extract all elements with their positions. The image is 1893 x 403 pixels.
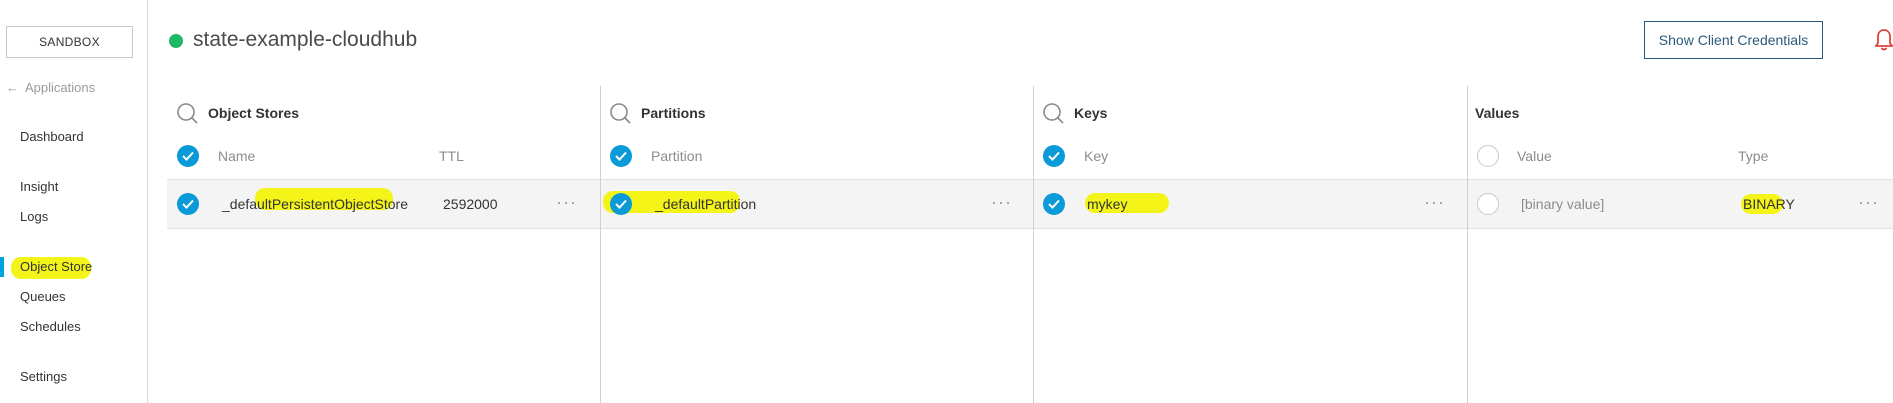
check-icon — [182, 199, 194, 209]
column-title: Keys — [1074, 105, 1108, 121]
search-icon[interactable] — [609, 102, 631, 124]
check-icon — [1048, 199, 1060, 209]
row-checkbox[interactable] — [1477, 193, 1499, 215]
back-to-applications-link[interactable]: ← Applications — [6, 80, 95, 95]
key-name: mykey — [1087, 196, 1128, 212]
partitions-column: Partitions Partition _defaultPartition ·… — [601, 86, 1033, 403]
name-header[interactable]: Name — [218, 148, 255, 164]
sidebar-item-logs[interactable]: Logs — [20, 209, 48, 224]
more-horizontal-icon[interactable]: ··· — [1858, 192, 1879, 213]
object-stores-column: Object Stores Name TTL _defaultPersisten… — [167, 86, 600, 403]
show-client-credentials-button[interactable]: Show Client Credentials — [1644, 21, 1823, 59]
sidebar-item-queues[interactable]: Queues — [20, 289, 66, 304]
type-cell: BINARY — [1743, 196, 1795, 212]
check-icon — [615, 151, 627, 161]
select-all-checkbox[interactable] — [610, 145, 632, 167]
type-header[interactable]: Type — [1738, 148, 1768, 164]
sidebar-item-object-store[interactable]: Object Store — [20, 259, 92, 274]
sidebar-item-insight[interactable]: Insight — [20, 179, 58, 194]
row-checkbox[interactable] — [610, 193, 632, 215]
row-checkbox[interactable] — [177, 193, 199, 215]
active-indicator — [0, 257, 4, 277]
table-row[interactable]: [binary value] BINARY ··· — [1468, 179, 1893, 229]
sidebar-item-settings[interactable]: Settings — [20, 369, 67, 384]
back-label: Applications — [25, 80, 96, 95]
select-all-checkbox[interactable] — [1477, 145, 1499, 167]
value-header[interactable]: Value — [1517, 148, 1552, 164]
status-indicator — [169, 34, 183, 48]
sidebar-item-schedules[interactable]: Schedules — [20, 319, 81, 334]
table-row[interactable]: mykey ··· — [1034, 179, 1467, 229]
select-all-checkbox[interactable] — [177, 145, 199, 167]
column-title: Partitions — [641, 105, 706, 121]
keys-column: Keys Key mykey ··· — [1034, 86, 1467, 403]
check-icon — [1048, 151, 1060, 161]
search-icon[interactable] — [176, 102, 198, 124]
value-cell: [binary value] — [1521, 196, 1605, 212]
search-icon[interactable] — [1042, 102, 1064, 124]
arrow-left-icon: ← — [6, 80, 19, 95]
partition-header[interactable]: Partition — [651, 148, 702, 164]
column-title: Object Stores — [208, 105, 300, 121]
table-row[interactable]: _defaultPartition ··· — [601, 179, 1033, 229]
bell-icon[interactable] — [1875, 28, 1893, 52]
key-header[interactable]: Key — [1084, 148, 1108, 164]
sidebar: SANDBOX ← Applications Dashboard Insight… — [0, 0, 148, 403]
row-checkbox[interactable] — [1043, 193, 1065, 215]
table-row[interactable]: _defaultPersistentObjectStore 2592000 ··… — [167, 179, 600, 229]
more-horizontal-icon[interactable]: ··· — [1424, 192, 1445, 213]
check-icon — [615, 199, 627, 209]
ttl-header[interactable]: TTL — [439, 148, 464, 164]
more-horizontal-icon[interactable]: ··· — [556, 192, 577, 213]
sidebar-item-dashboard[interactable]: Dashboard — [20, 129, 84, 144]
environment-button[interactable]: SANDBOX — [6, 26, 133, 58]
more-horizontal-icon[interactable]: ··· — [991, 192, 1012, 213]
partition-name: _defaultPartition — [655, 196, 757, 212]
object-store-name: _defaultPersistentObjectStore — [222, 196, 408, 212]
page-title: state-example-cloudhub — [193, 28, 418, 51]
check-icon — [182, 151, 194, 161]
values-column: Values Value Type [binary value] BINARY … — [1468, 86, 1893, 403]
select-all-checkbox[interactable] — [1043, 145, 1065, 167]
object-store-ttl: 2592000 — [443, 196, 498, 212]
column-title: Values — [1475, 105, 1520, 121]
